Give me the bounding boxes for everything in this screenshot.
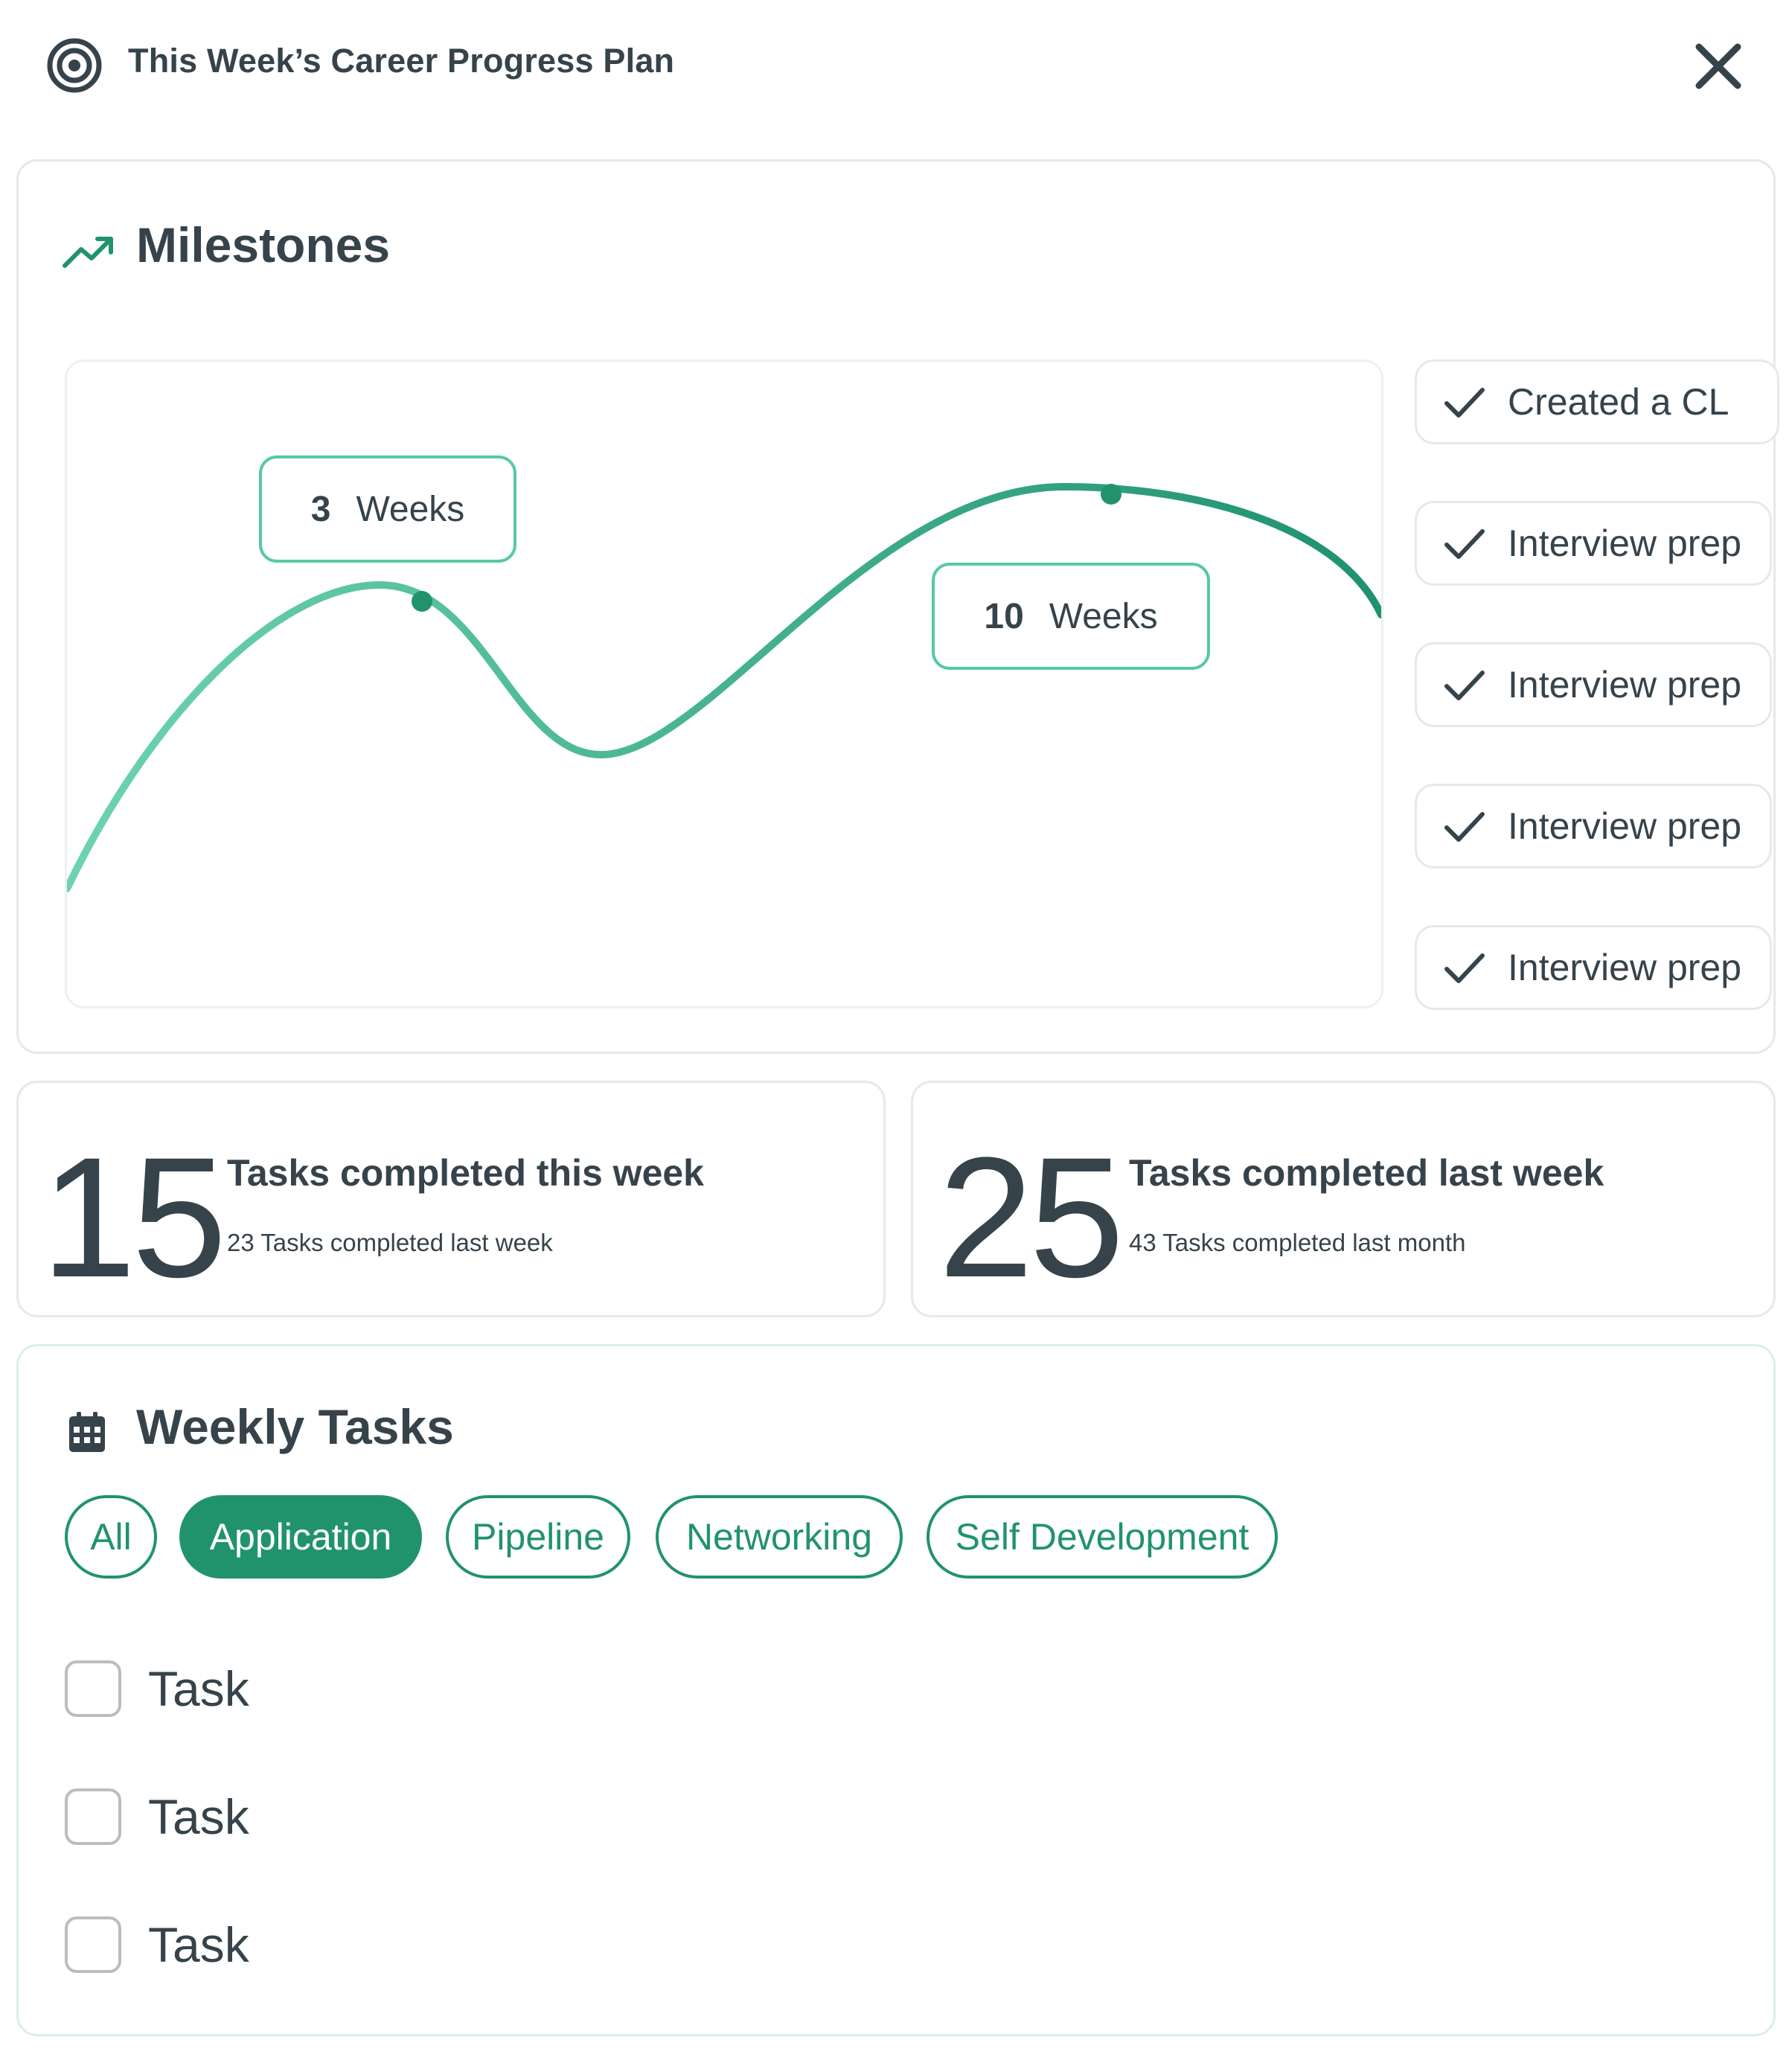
task-item: Task <box>65 1916 249 1973</box>
stat-value: 25 <box>938 1122 1124 1313</box>
milestone-item[interactable]: Interview prep <box>1415 642 1772 727</box>
task-item: Task <box>65 1788 249 1845</box>
app-header: This Week’s Career Progress Plan <box>0 0 1792 134</box>
filter-chip-application[interactable]: Application <box>179 1495 422 1579</box>
stat-value: 15 <box>41 1122 227 1313</box>
milestone-callout: 10 Weeks <box>932 563 1210 670</box>
task-checkbox[interactable] <box>65 1916 121 1973</box>
stat-card-this-week: 15 Tasks completed this week 23 Tasks co… <box>16 1081 886 1317</box>
task-label: Task <box>148 1661 249 1716</box>
milestone-item[interactable]: Created a CL <box>1415 359 1779 444</box>
filter-chip-networking[interactable]: Networking <box>656 1495 903 1579</box>
page-title: This Week’s Career Progress Plan <box>128 42 675 80</box>
milestones-card: Milestones 3 Weeks 10 Weeks Created a CL I… <box>16 159 1779 1054</box>
task-item: Task <box>65 1660 249 1717</box>
stat-title: Tasks completed last week <box>1129 1152 1604 1194</box>
milestone-chart: 3 Weeks 10 Weeks <box>65 359 1383 1008</box>
calendar-icon <box>69 1412 105 1452</box>
check-icon <box>1444 671 1485 700</box>
stat-title: Tasks completed this week <box>227 1152 704 1194</box>
target-icon <box>47 38 102 93</box>
filter-chip-self-development[interactable]: Self Development <box>927 1495 1278 1579</box>
milestone-callout: 3 Weeks <box>259 455 516 563</box>
close-icon[interactable] <box>1695 43 1741 89</box>
stat-subtitle: 43 Tasks completed last month <box>1129 1229 1466 1256</box>
check-icon <box>1444 953 1485 983</box>
trending-up-icon <box>63 237 113 268</box>
filter-chip-pipeline[interactable]: Pipeline <box>446 1495 630 1579</box>
stat-card-last-week: 25 Tasks completed last week 43 Tasks co… <box>911 1081 1776 1317</box>
task-label: Task <box>148 1917 249 1972</box>
filter-chip-all[interactable]: All <box>65 1495 157 1579</box>
milestone-item[interactable]: Interview prep <box>1415 925 1772 1010</box>
weekly-tasks-title: Weekly Tasks <box>136 1399 454 1454</box>
task-label: Task <box>148 1789 249 1844</box>
milestones-title: Milestones <box>136 217 391 272</box>
milestone-item[interactable]: Interview prep <box>1415 784 1772 869</box>
check-icon <box>1444 812 1485 842</box>
stat-subtitle: 23 Tasks completed last week <box>227 1229 553 1256</box>
check-icon <box>1444 388 1485 418</box>
milestone-item[interactable]: Interview prep <box>1415 501 1772 586</box>
milestone-point <box>1101 484 1121 505</box>
task-checkbox[interactable] <box>65 1660 121 1717</box>
task-checkbox[interactable] <box>65 1788 121 1845</box>
check-icon <box>1444 529 1485 559</box>
milestone-point <box>412 591 432 612</box>
progress-curve <box>67 482 1381 892</box>
weekly-tasks-card: Weekly Tasks All Application Pipeline Ne… <box>16 1344 1776 2036</box>
